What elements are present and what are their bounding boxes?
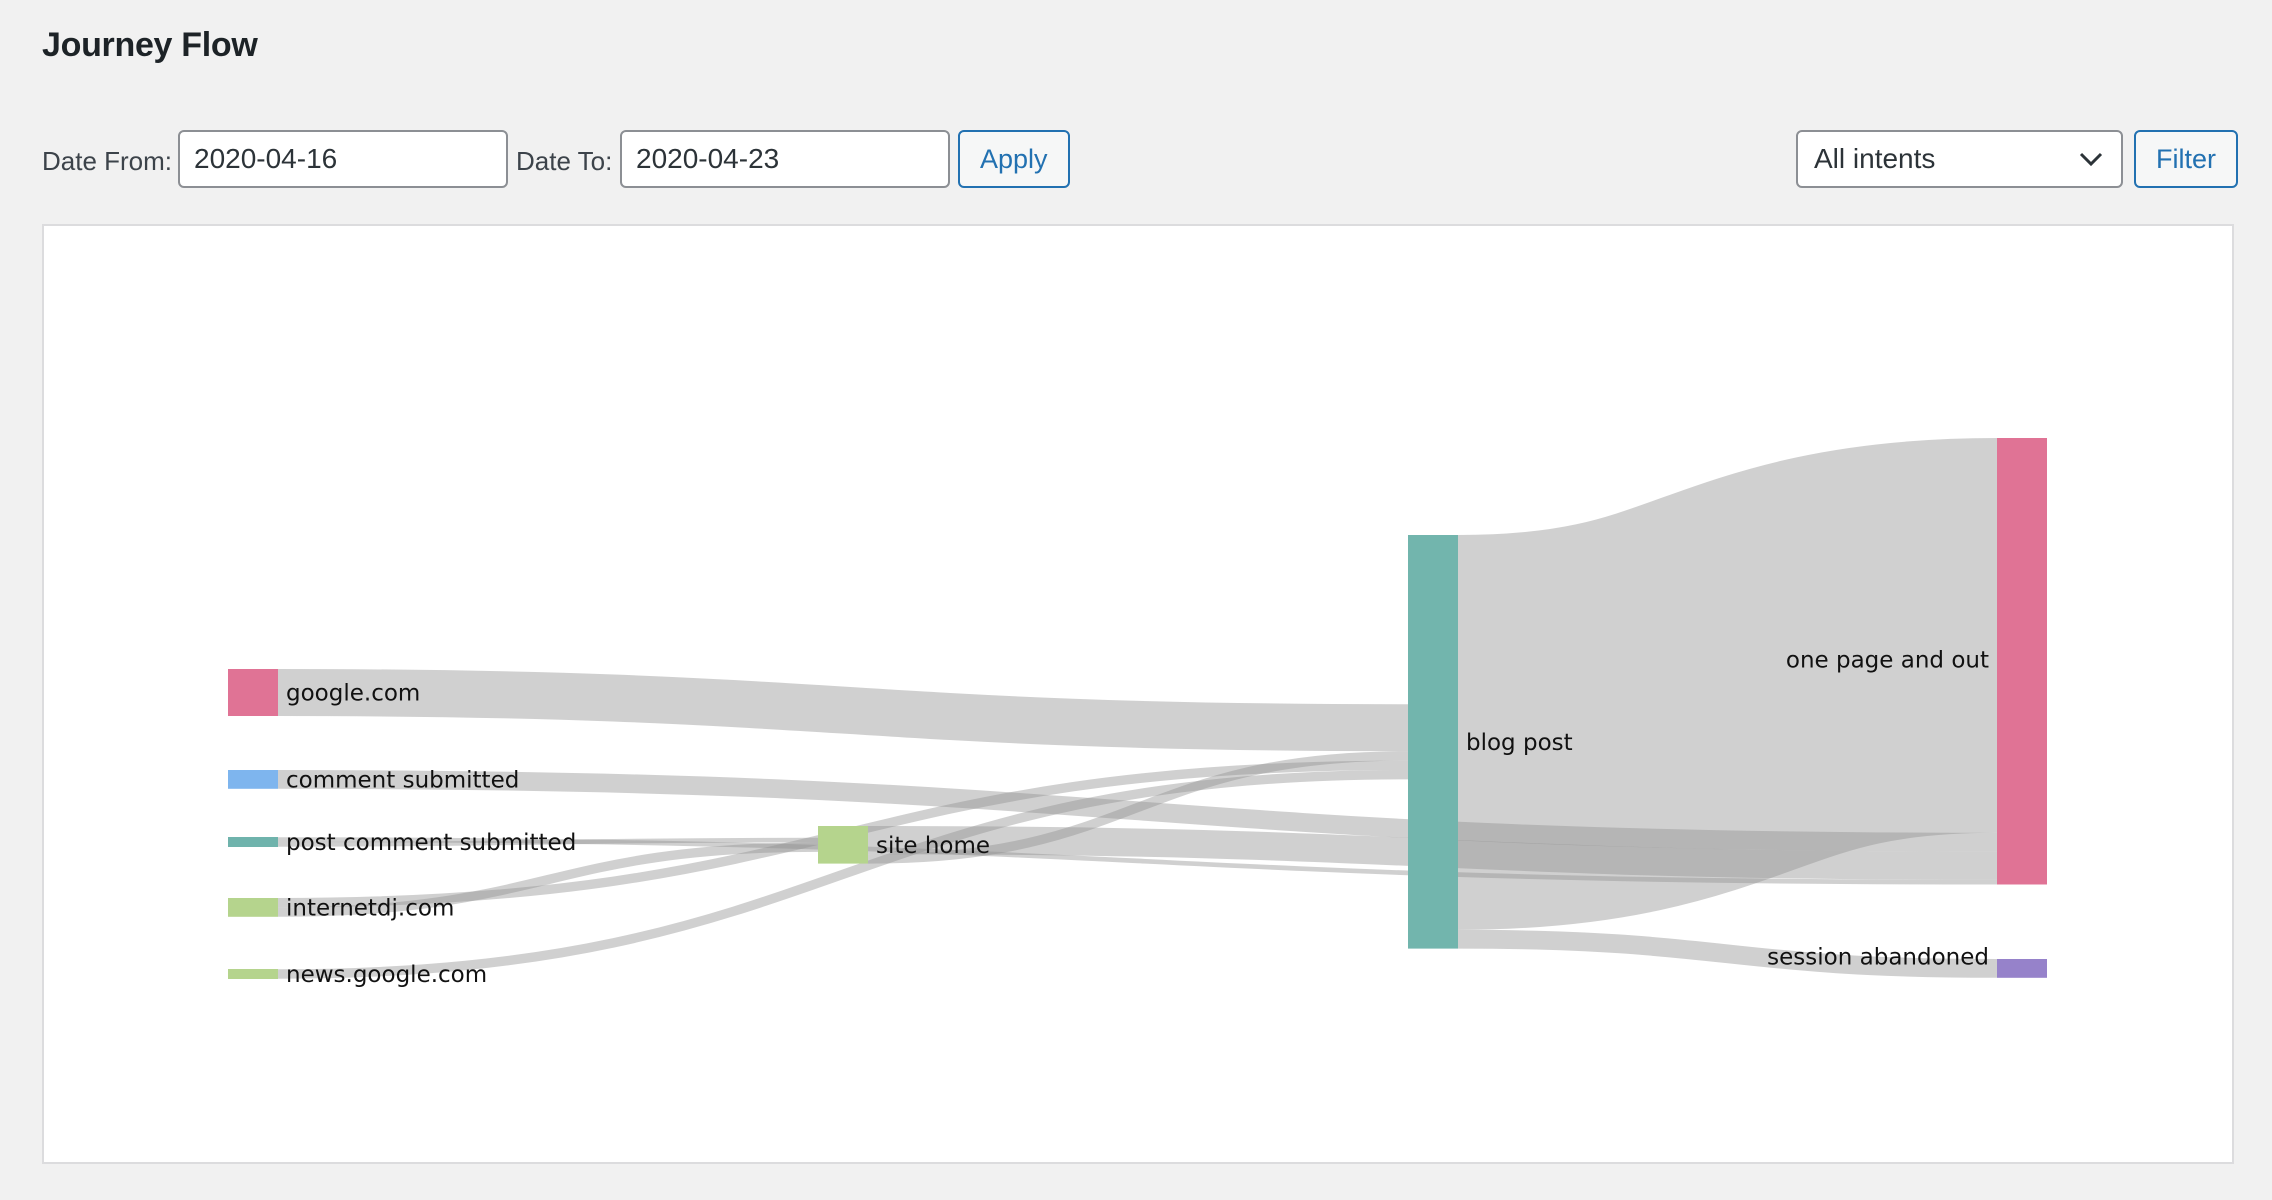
sankey-node-label-google: google.com — [286, 681, 420, 707]
sankey-diagram: google.com comment submitted post comment … — [228, 438, 2047, 988]
date-from-label: Date From: — [42, 146, 173, 176]
filter-button[interactable]: Filter — [2134, 130, 2238, 188]
sankey-node-onepage[interactable] — [1997, 438, 2047, 885]
journey-flow-chart: google.com comment submitted post comment … — [42, 224, 2234, 1164]
sankey-node-postcomment[interactable] — [228, 837, 278, 847]
sankey-node-label-sitehome: site home — [876, 833, 990, 859]
sankey-node-label-comment: comment submitted — [286, 767, 519, 793]
intent-select-value: All intents — [1814, 143, 1936, 174]
sankey-node-internetdj[interactable] — [228, 898, 278, 917]
sankey-node-blogpost[interactable] — [1408, 535, 1458, 949]
date-from-input[interactable] — [178, 130, 508, 188]
chevron-down-icon — [2079, 152, 2103, 167]
page-title: Journey Flow — [42, 26, 258, 64]
sankey-node-label-onepage: one page and out — [1786, 647, 1989, 673]
sankey-node-newsgoogle[interactable] — [228, 969, 278, 979]
sankey-node-label-internetdj: internetdj.com — [286, 895, 454, 921]
filter-toolbar: Date From: Date To: Apply All intents Fi… — [42, 130, 2238, 190]
sankey-node-sitehome[interactable] — [818, 826, 868, 864]
sankey-link-google-to-blogpost[interactable] — [277, 669, 1409, 752]
sankey-node-google[interactable] — [228, 669, 278, 716]
sankey-node-label-abandoned: session abandoned — [1767, 944, 1989, 970]
apply-button[interactable]: Apply — [958, 130, 1070, 188]
sankey-node-label-newsgoogle: news.google.com — [286, 962, 487, 988]
sankey-link-newsgoogle-to-blogpost[interactable] — [277, 770, 1409, 979]
intent-select[interactable]: All intents — [1796, 130, 2123, 188]
date-to-input[interactable] — [620, 130, 950, 188]
sankey-node-abandoned[interactable] — [1997, 959, 2047, 978]
date-to-label: Date To: — [516, 146, 613, 176]
sankey-node-label-blogpost: blog post — [1466, 730, 1573, 756]
sankey-node-comment[interactable] — [228, 770, 278, 789]
sankey-node-label-postcomment: post comment submitted — [286, 830, 576, 856]
